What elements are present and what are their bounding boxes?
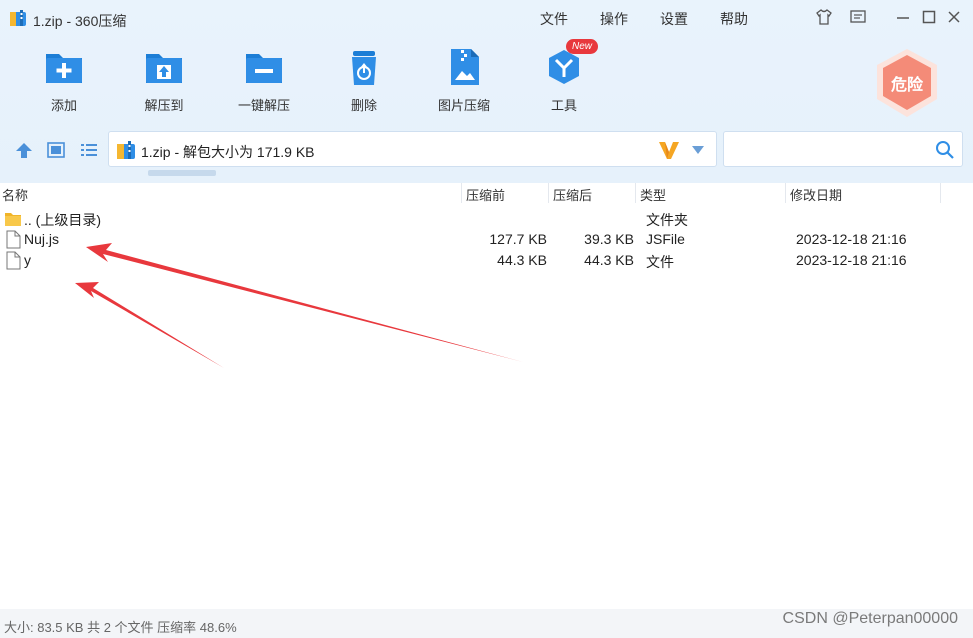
menu-help[interactable]: 帮助: [720, 9, 748, 29]
file-row-nuj-js[interactable]: Nuj.js 127.7 KB 39.3 KB JSFile 2023-12-1…: [0, 229, 973, 250]
column-modified[interactable]: 修改日期: [790, 185, 842, 204]
danger-label: 危险: [890, 77, 923, 94]
column-separator[interactable]: [785, 183, 786, 203]
thumbnail-view-icon[interactable]: [46, 141, 66, 159]
file-size: 127.7 KB: [489, 231, 547, 247]
file-name: Nuj.js: [24, 231, 60, 247]
file-type: 文件: [646, 254, 674, 270]
file-compressed-size: 44.3 KB: [584, 252, 634, 268]
file-compressed-size: 39.3 KB: [584, 231, 634, 247]
column-separator[interactable]: [461, 183, 462, 203]
column-type[interactable]: 类型: [640, 185, 666, 204]
column-compressed[interactable]: 压缩后: [553, 185, 592, 204]
menu-file[interactable]: 文件: [540, 9, 568, 29]
column-separator[interactable]: [940, 183, 941, 203]
folder-icon: [5, 213, 21, 226]
annotation-arrow-y: [75, 282, 224, 368]
file-name: .. (上级目录): [24, 212, 101, 228]
top-panel: 1.zip - 360压缩 文件 操作 设置 帮助 添加 解压到 一键解压 删除…: [0, 0, 973, 183]
status-bar: 大小: 83.5 KB 共 2 个文件 压缩率 48.6% CSDN @Pete…: [0, 609, 973, 638]
image-compress-icon: [451, 49, 479, 85]
title-bar: 1.zip - 360压缩 文件 操作 设置 帮助: [0, 0, 973, 36]
column-name[interactable]: 名称: [2, 185, 28, 204]
new-badge: New: [566, 39, 598, 54]
file-row-parent[interactable]: .. (上级目录) 文件夹: [0, 208, 973, 229]
minimize-icon[interactable]: [894, 8, 912, 26]
file-icon: [6, 230, 21, 249]
file-modified: 2023-12-18 21:16: [796, 231, 907, 247]
image-compress-button[interactable]: 图片压缩: [419, 46, 509, 118]
column-header: 名称 压缩前 压缩后 类型 修改日期: [0, 183, 973, 203]
address-text: 1.zip - 解包大小为 171.9 KB: [141, 144, 315, 160]
add-folder-icon: [46, 54, 82, 83]
extract-to-button[interactable]: 解压到: [119, 46, 209, 118]
delete-button[interactable]: 删除: [319, 46, 409, 118]
column-size[interactable]: 压缩前: [466, 185, 505, 204]
close-icon[interactable]: [945, 8, 963, 26]
tools-label: 工具: [550, 98, 577, 113]
archive-icon: [117, 141, 135, 159]
one-click-extract-label: 一键解压: [237, 98, 290, 113]
search-icon[interactable]: [935, 140, 955, 160]
menu-settings[interactable]: 设置: [660, 9, 688, 29]
v-logo-icon[interactable]: [657, 138, 681, 162]
column-separator[interactable]: [548, 183, 549, 203]
one-click-extract-button[interactable]: 一键解压: [219, 46, 309, 118]
up-arrow-icon[interactable]: [14, 141, 34, 159]
extract-to-label: 解压到: [144, 98, 184, 113]
danger-badge[interactable]: 危险: [872, 47, 942, 119]
file-icon: [6, 251, 21, 270]
extract-folder-icon: [146, 54, 182, 83]
file-size: 44.3 KB: [497, 252, 547, 268]
one-click-extract-icon: [246, 54, 282, 83]
add-label: 添加: [50, 98, 77, 113]
file-type: 文件夹: [646, 212, 688, 228]
image-compress-label: 图片压缩: [437, 98, 490, 113]
address-bar[interactable]: 1.zip - 解包大小为 171.9 KB: [108, 131, 717, 167]
status-text: 大小: 83.5 KB 共 2 个文件 压缩率 48.6%: [4, 620, 237, 635]
recycle-bin-icon: [352, 51, 376, 85]
file-row-y[interactable]: y 44.3 KB 44.3 KB 文件 2023-12-18 21:16: [0, 250, 973, 271]
search-box[interactable]: [723, 131, 963, 167]
column-separator[interactable]: [635, 183, 636, 203]
file-modified: 2023-12-18 21:16: [796, 252, 907, 268]
maximize-icon[interactable]: [920, 8, 938, 26]
menu-operate[interactable]: 操作: [600, 9, 628, 29]
window-title: 1.zip - 360压缩: [33, 13, 127, 29]
file-type: JSFile: [646, 231, 685, 247]
add-button[interactable]: 添加: [19, 46, 109, 118]
watermark: CSDN @Peterpan00000: [782, 610, 958, 627]
feedback-icon[interactable]: [849, 8, 867, 26]
horizontal-scroll-handle[interactable]: [148, 170, 216, 176]
skin-icon[interactable]: [815, 8, 833, 26]
chevron-down-icon[interactable]: [691, 144, 705, 156]
archive-app-icon: [10, 10, 26, 26]
file-name: y: [24, 252, 31, 268]
tools-button[interactable]: 工具: [519, 46, 609, 118]
delete-label: 删除: [350, 98, 377, 113]
list-view-icon[interactable]: [79, 141, 99, 159]
